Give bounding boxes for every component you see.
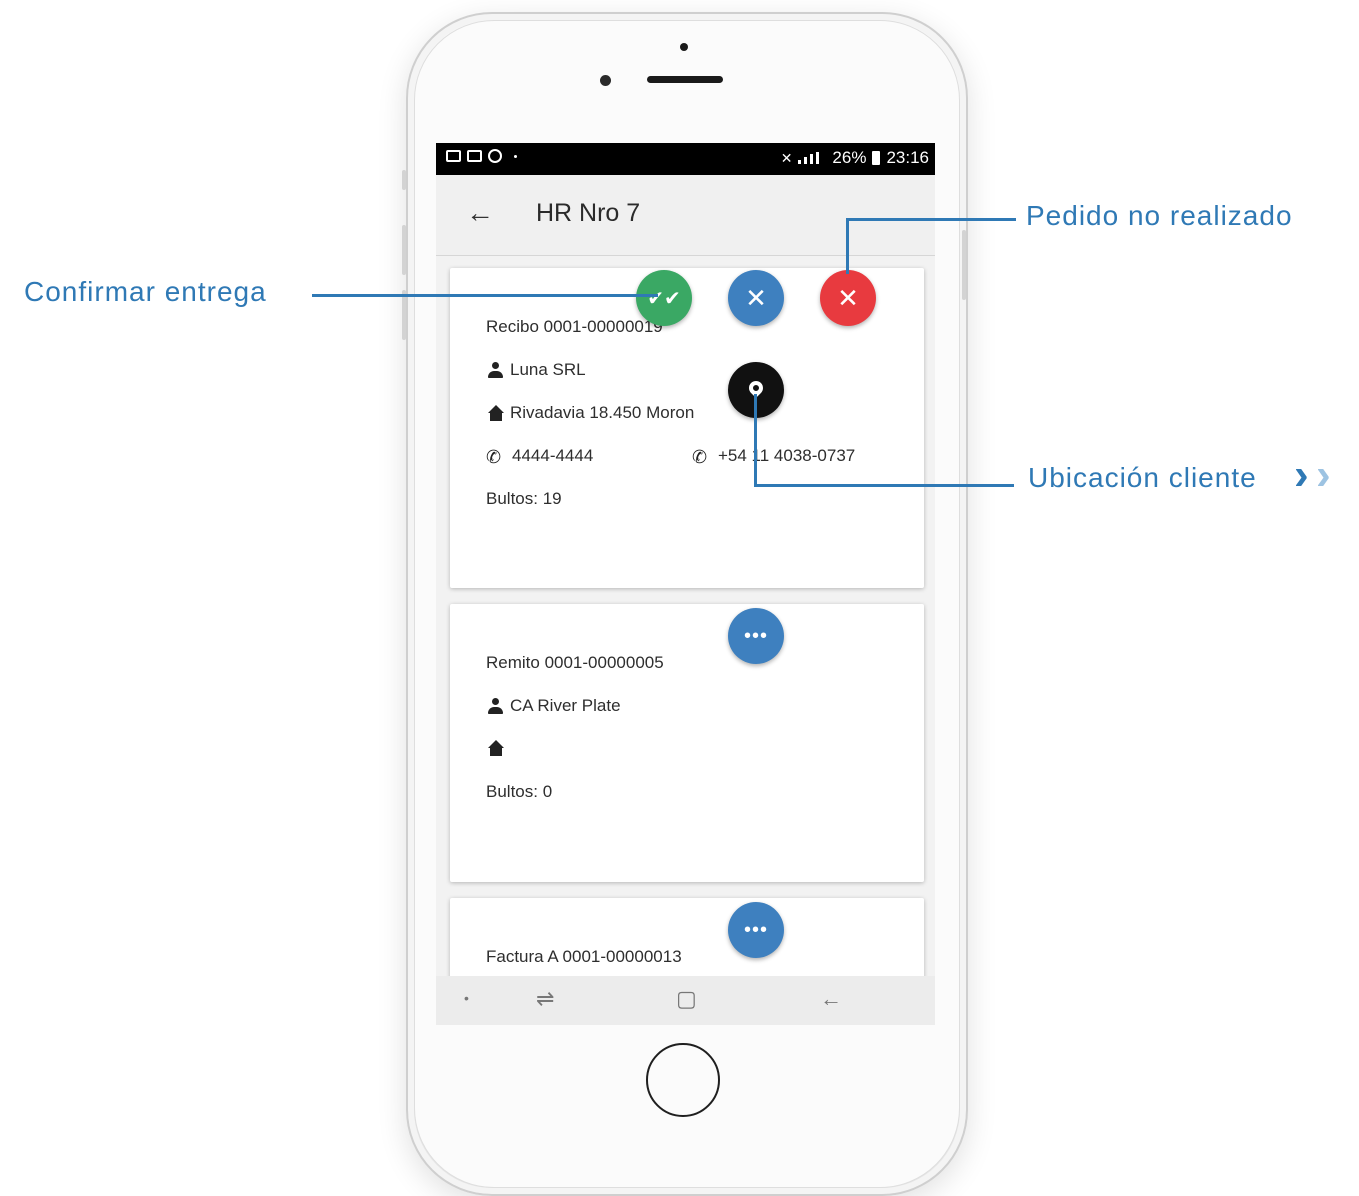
document-number: Recibo 0001-00000019 bbox=[486, 317, 663, 336]
confirm-delivery-button[interactable]: ✔✔ bbox=[636, 270, 692, 326]
laptop-icon bbox=[467, 150, 482, 162]
more-options-button[interactable]: ••• bbox=[728, 608, 784, 664]
earpiece-speaker bbox=[647, 76, 723, 83]
bultos-count: Bultos: 19 bbox=[486, 489, 562, 508]
mobile-number[interactable]: +54 11 4038-0737 bbox=[718, 446, 855, 466]
phone-icon: ✆ bbox=[486, 447, 502, 467]
chevron-right-icon: › bbox=[1294, 450, 1309, 499]
phone-power-button bbox=[962, 230, 966, 300]
document-number: Factura A 0001-00000013 bbox=[486, 947, 682, 966]
more-options-button[interactable]: ••• bbox=[728, 902, 784, 958]
home-nav-icon[interactable]: ▢ bbox=[676, 986, 697, 1012]
more-horiz-icon: ••• bbox=[743, 918, 768, 941]
bultos-count: Bultos: 0 bbox=[486, 782, 553, 801]
delivery-card[interactable]: Remito 0001-00000005 CA River Plate Bult… bbox=[450, 604, 924, 882]
home-button[interactable] bbox=[646, 1043, 720, 1117]
pinterest-icon bbox=[488, 149, 502, 163]
close-icon: ✕ bbox=[745, 282, 767, 313]
phone-volume-down bbox=[402, 290, 406, 340]
phone-number[interactable]: 4444-4444 bbox=[512, 446, 593, 466]
arrow-left-icon[interactable]: ← bbox=[466, 197, 494, 229]
system-indicators: ✕ 26% 23:16 bbox=[781, 148, 929, 168]
sensor-icon bbox=[600, 75, 611, 86]
annotation-line-not-done-v bbox=[846, 218, 849, 274]
front-camera-icon bbox=[680, 43, 688, 51]
more-horiz-icon: ••• bbox=[743, 624, 768, 647]
notification-icons bbox=[446, 149, 517, 163]
recents-icon[interactable]: ⇌ bbox=[536, 986, 554, 1012]
person-icon bbox=[486, 697, 506, 715]
status-bar: ✕ 26% 23:16 bbox=[436, 143, 935, 175]
annotation-line-confirm bbox=[312, 294, 658, 297]
home-icon bbox=[486, 739, 506, 757]
phone-side-button bbox=[402, 170, 406, 190]
close-icon: ✕ bbox=[837, 282, 859, 313]
annotation-line-location-v bbox=[754, 394, 757, 486]
battery-percent: 26% bbox=[832, 148, 867, 167]
annotation-not-done: Pedido no realizado bbox=[1026, 200, 1293, 231]
phone-row[interactable]: ✆ 4444-4444 bbox=[486, 446, 593, 467]
client-name: Luna SRL bbox=[510, 360, 586, 379]
gallery-icon bbox=[446, 150, 461, 162]
app-bar: ← HR Nro 7 bbox=[436, 175, 935, 256]
double-check-icon: ✔✔ bbox=[647, 287, 681, 310]
phone-icon: ✆ bbox=[692, 447, 708, 467]
mobile-row[interactable]: ✆ +54 11 4038-0737 bbox=[692, 446, 855, 467]
system-nav-bar: • ⇌ ▢ ← bbox=[436, 976, 935, 1025]
more-notifications-icon bbox=[514, 154, 517, 158]
phone-screen: ✕ 26% 23:16 ← HR Nro 7 Recibo 0001-00000… bbox=[436, 143, 935, 1025]
client-row: Luna SRL bbox=[486, 360, 586, 380]
chevron-right-icon: › bbox=[1316, 450, 1331, 499]
person-icon bbox=[486, 361, 506, 379]
annotation-line-not-done-h bbox=[846, 218, 1016, 221]
address-row: Rivadavia 18.450 Moron bbox=[486, 403, 694, 423]
client-row: CA River Plate bbox=[486, 696, 621, 716]
annotation-confirm: Confirmar entrega bbox=[24, 276, 267, 307]
address-row bbox=[486, 739, 510, 757]
cancel-button[interactable]: ✕ bbox=[728, 270, 784, 326]
status-time: 23:16 bbox=[886, 148, 929, 167]
phone-volume-up bbox=[402, 225, 406, 275]
home-icon bbox=[486, 404, 506, 422]
back-nav-icon[interactable]: ← bbox=[820, 986, 842, 1012]
battery-icon bbox=[872, 151, 881, 165]
mute-icon: ✕ bbox=[780, 149, 793, 166]
document-number: Remito 0001-00000005 bbox=[486, 653, 664, 672]
signal-icon bbox=[798, 152, 826, 164]
client-name: CA River Plate bbox=[510, 696, 621, 715]
annotation-line-location-h bbox=[754, 484, 1014, 487]
order-not-done-button[interactable]: ✕ bbox=[820, 270, 876, 326]
page-title: HR Nro 7 bbox=[536, 199, 641, 227]
address-text: Rivadavia 18.450 Moron bbox=[510, 403, 695, 422]
annotation-location: Ubicación cliente bbox=[1028, 462, 1257, 493]
dot-indicator-icon: • bbox=[464, 990, 469, 1006]
